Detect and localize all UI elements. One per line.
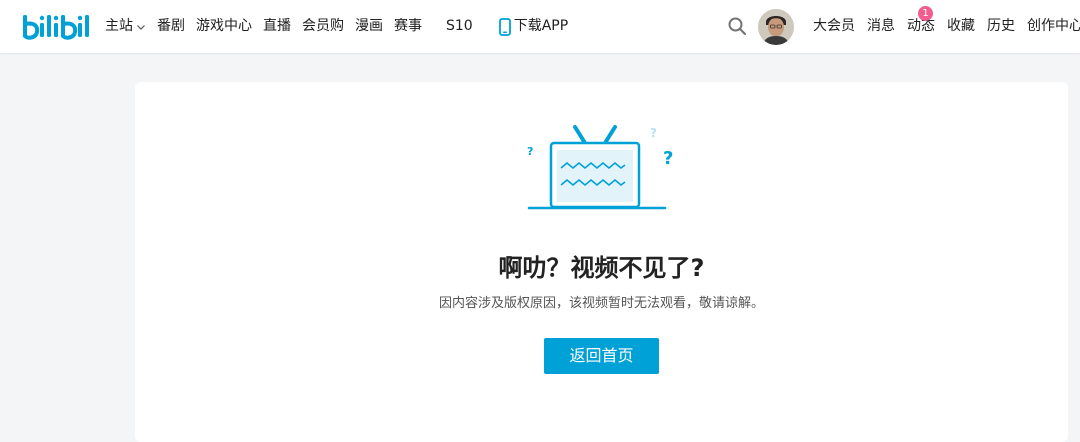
user-menu: 大会员 消息 动态 1 收藏 历史 创作中心 [813,0,1080,53]
nav-item-label: 漫画 [355,18,383,34]
nav-item-label: 收藏 [947,18,975,34]
nav-item-big-vip[interactable]: 大会员 [813,0,855,53]
nav-item-label: 大会员 [813,18,855,34]
error-description: 因内容涉及版权原因，该视频暂时无法观看，敬请谅解。 [438,296,764,311]
nav-item-label: 主站 [105,18,133,34]
nav-item-manga[interactable]: 漫画 [355,0,383,53]
chevron-down-icon [137,24,145,30]
nav-item-member-shop[interactable]: 会员购 [302,0,344,53]
phone-icon [498,17,511,36]
svg-text:?: ? [663,148,673,169]
nav-item-label: 会员购 [302,18,344,34]
error-title: 啊叻？视频不见了? [498,254,705,282]
notification-badge: 1 [918,6,933,21]
download-app-link[interactable]: 下载APP [498,0,569,53]
nav-item-label: S10 [446,18,473,34]
nav-item-favorites[interactable]: 收藏 [947,0,975,53]
main-nav: 主站 番剧 游戏中心 直播 会员购 漫画 赛事 S10 下载APP [105,0,579,53]
svg-text:?: ? [527,145,533,158]
error-card: ? ? ? 啊叻？视频不见了? 因内容涉及版权原因，该视频暂时无法观看，敬请谅解… [135,82,1068,442]
nav-item-esports[interactable]: 赛事 [394,0,422,53]
nav-item-creator-center[interactable]: 创作中心 [1027,0,1080,53]
nav-item-main-site[interactable]: 主站 [105,0,146,53]
bilibili-logo[interactable] [22,12,92,42]
nav-item-label: 直播 [263,18,291,34]
nav-item-label: 历史 [987,18,1015,34]
svg-text:?: ? [650,126,657,140]
nav-item-label: 赛事 [394,18,422,34]
broken-tv-illustration: ? ? ? [527,125,673,210]
back-to-home-button[interactable]: 返回首页 [544,338,659,374]
nav-item-anime[interactable]: 番剧 [157,0,185,53]
nav-item-label: 游戏中心 [196,18,252,34]
nav-item-dynamics[interactable]: 动态 1 [907,0,935,53]
search-icon[interactable] [727,16,747,36]
user-avatar-image [758,9,794,45]
nav-item-label: 消息 [867,18,895,34]
top-navigation-bar: 主站 番剧 游戏中心 直播 会员购 漫画 赛事 S10 下载APP 大会员 消息… [0,0,1080,53]
nav-item-messages[interactable]: 消息 [867,0,895,53]
nav-item-label: 创作中心 [1027,18,1080,34]
nav-item-history[interactable]: 历史 [987,0,1015,53]
nav-item-live[interactable]: 直播 [263,0,291,53]
download-app-label: 下载APP [513,18,569,34]
nav-item-game-center[interactable]: 游戏中心 [196,0,252,53]
nav-item-s10[interactable]: S10 [446,0,473,53]
avatar[interactable] [758,9,794,45]
nav-item-label: 番剧 [157,18,185,34]
